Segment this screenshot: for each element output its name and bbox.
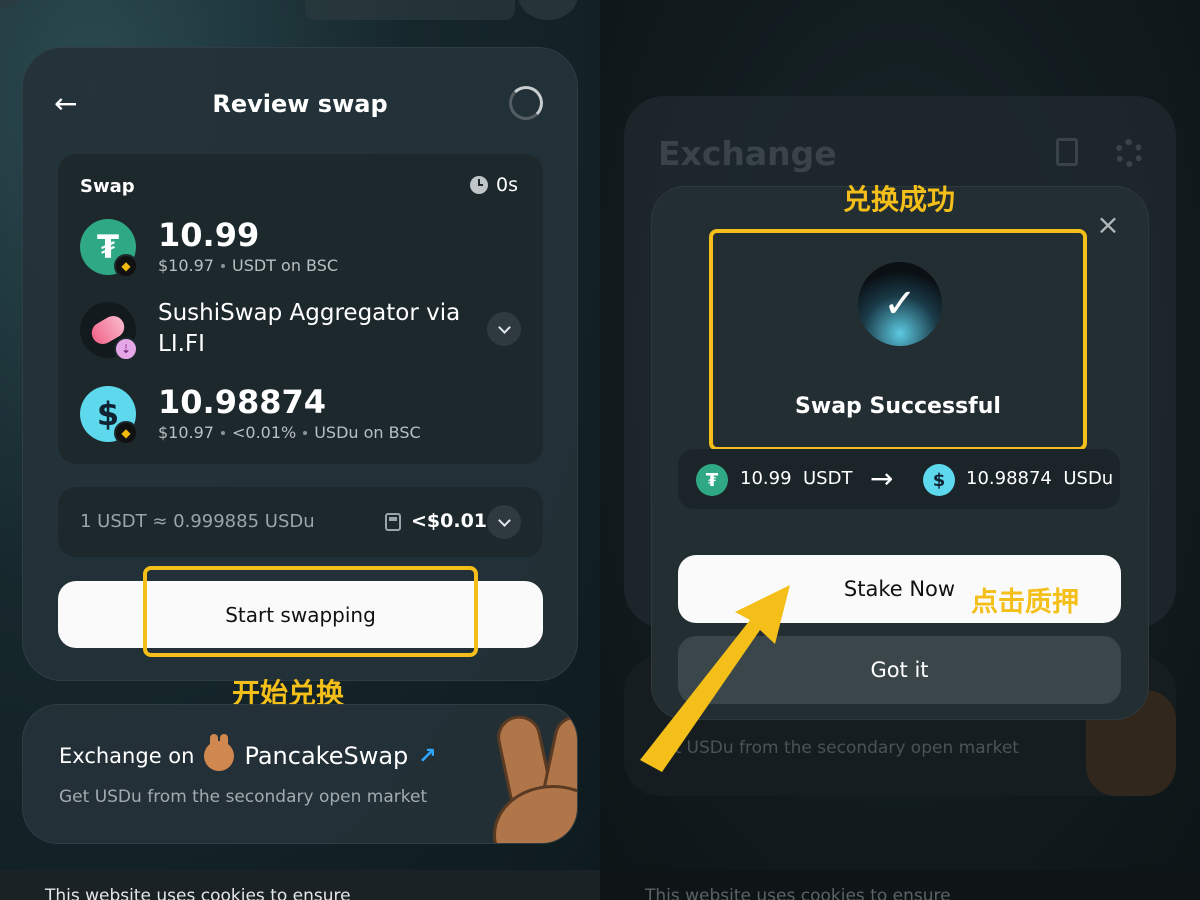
pancakeswap-card[interactable]: Exchange on PancakeSwap ↗ Get USDu from … [22,704,578,844]
annotation-box-success [709,229,1087,451]
background-subtitle: et USDu from the secondary open market [664,738,1019,758]
pair-from-amount: 10.99 [740,468,792,489]
pancakeswap-logo-icon [204,734,235,771]
close-icon[interactable]: × [1096,211,1120,239]
separator-dot [303,430,308,435]
from-amount: 10.99 [158,216,260,254]
swap-timer: 0s [470,174,518,196]
route-name: SushiSwap Aggregator via LI.FI [158,300,461,357]
pancakeswap-subtitle: Get USDu from the secondary open market [59,787,428,807]
pancakeswap-title: Exchange on PancakeSwap ↗ [59,734,437,771]
to-details: $10.97 <0.01% USDu on BSC [158,423,421,442]
to-usd-value: $10.97 [158,423,214,442]
pancakeswap-bunny-illustration-icon [493,711,577,843]
chevron-down-icon [497,513,511,527]
header-circle-button [518,0,578,20]
page-title: Review swap [212,90,388,118]
timer-value: 0s [496,174,518,196]
gear-icon [1115,139,1143,167]
arrow-right-icon: → [870,462,894,495]
swap-label: Swap [80,176,135,197]
pair-from-symbol: USDT [802,468,853,489]
exchange-rate: 1 USDT ≈ 0.999885 USDu [80,511,315,532]
from-pair: 10.99 USDT [740,468,852,489]
to-pair: 10.98874 USDu [966,468,1113,489]
got-it-button[interactable]: Got it [678,636,1121,704]
annotation-swap-success: 兑换成功 [843,183,956,216]
annotation-box-start [143,566,478,657]
exchange-title: Exchange [658,134,837,173]
rate-expand-button[interactable] [487,505,521,539]
clock-icon [470,176,488,194]
bsc-chain-icon: ◆ [114,421,138,445]
external-link-icon: ↗ [418,743,437,769]
annotation-click-stake: 点击质押 [971,587,1079,618]
from-details: $10.97 USDT on BSC [158,256,338,275]
route-provider-icon: ⇣ [114,337,138,361]
from-usd-value: $10.97 [158,256,214,275]
top-left-button-fragment [0,0,24,8]
usdu-icon: $ [923,464,955,496]
bsc-chain-icon: ◆ [114,254,138,278]
cookie-banner: This website uses cookies to ensure [0,870,600,900]
pair-to-amount: 10.98874 [966,468,1052,489]
pancakeswap-brand: PancakeSwap [244,742,409,770]
header-blurred-element [305,0,515,20]
route-expand-button[interactable] [487,312,521,346]
receipt-icon [1056,138,1078,166]
pancakeswap-title-prefix: Exchange on [59,744,195,768]
separator-dot [220,263,225,268]
gas-fee: <$0.01 [411,510,488,532]
to-amount: 10.98874 [158,383,327,421]
to-asset: USDu on BSC [314,423,421,442]
pair-to-symbol: USDu [1063,468,1114,489]
cookie-banner: This website uses cookies to ensure [600,870,1200,900]
price-impact: <0.01% [231,423,297,442]
usdt-icon: ₮ [696,464,728,496]
chevron-down-icon [497,320,511,334]
loading-spinner-icon [509,86,543,120]
gas-pump-icon [385,513,401,531]
from-asset: USDT on BSC [231,256,339,275]
separator-dot [220,430,225,435]
back-arrow-icon[interactable]: ← [54,90,84,118]
